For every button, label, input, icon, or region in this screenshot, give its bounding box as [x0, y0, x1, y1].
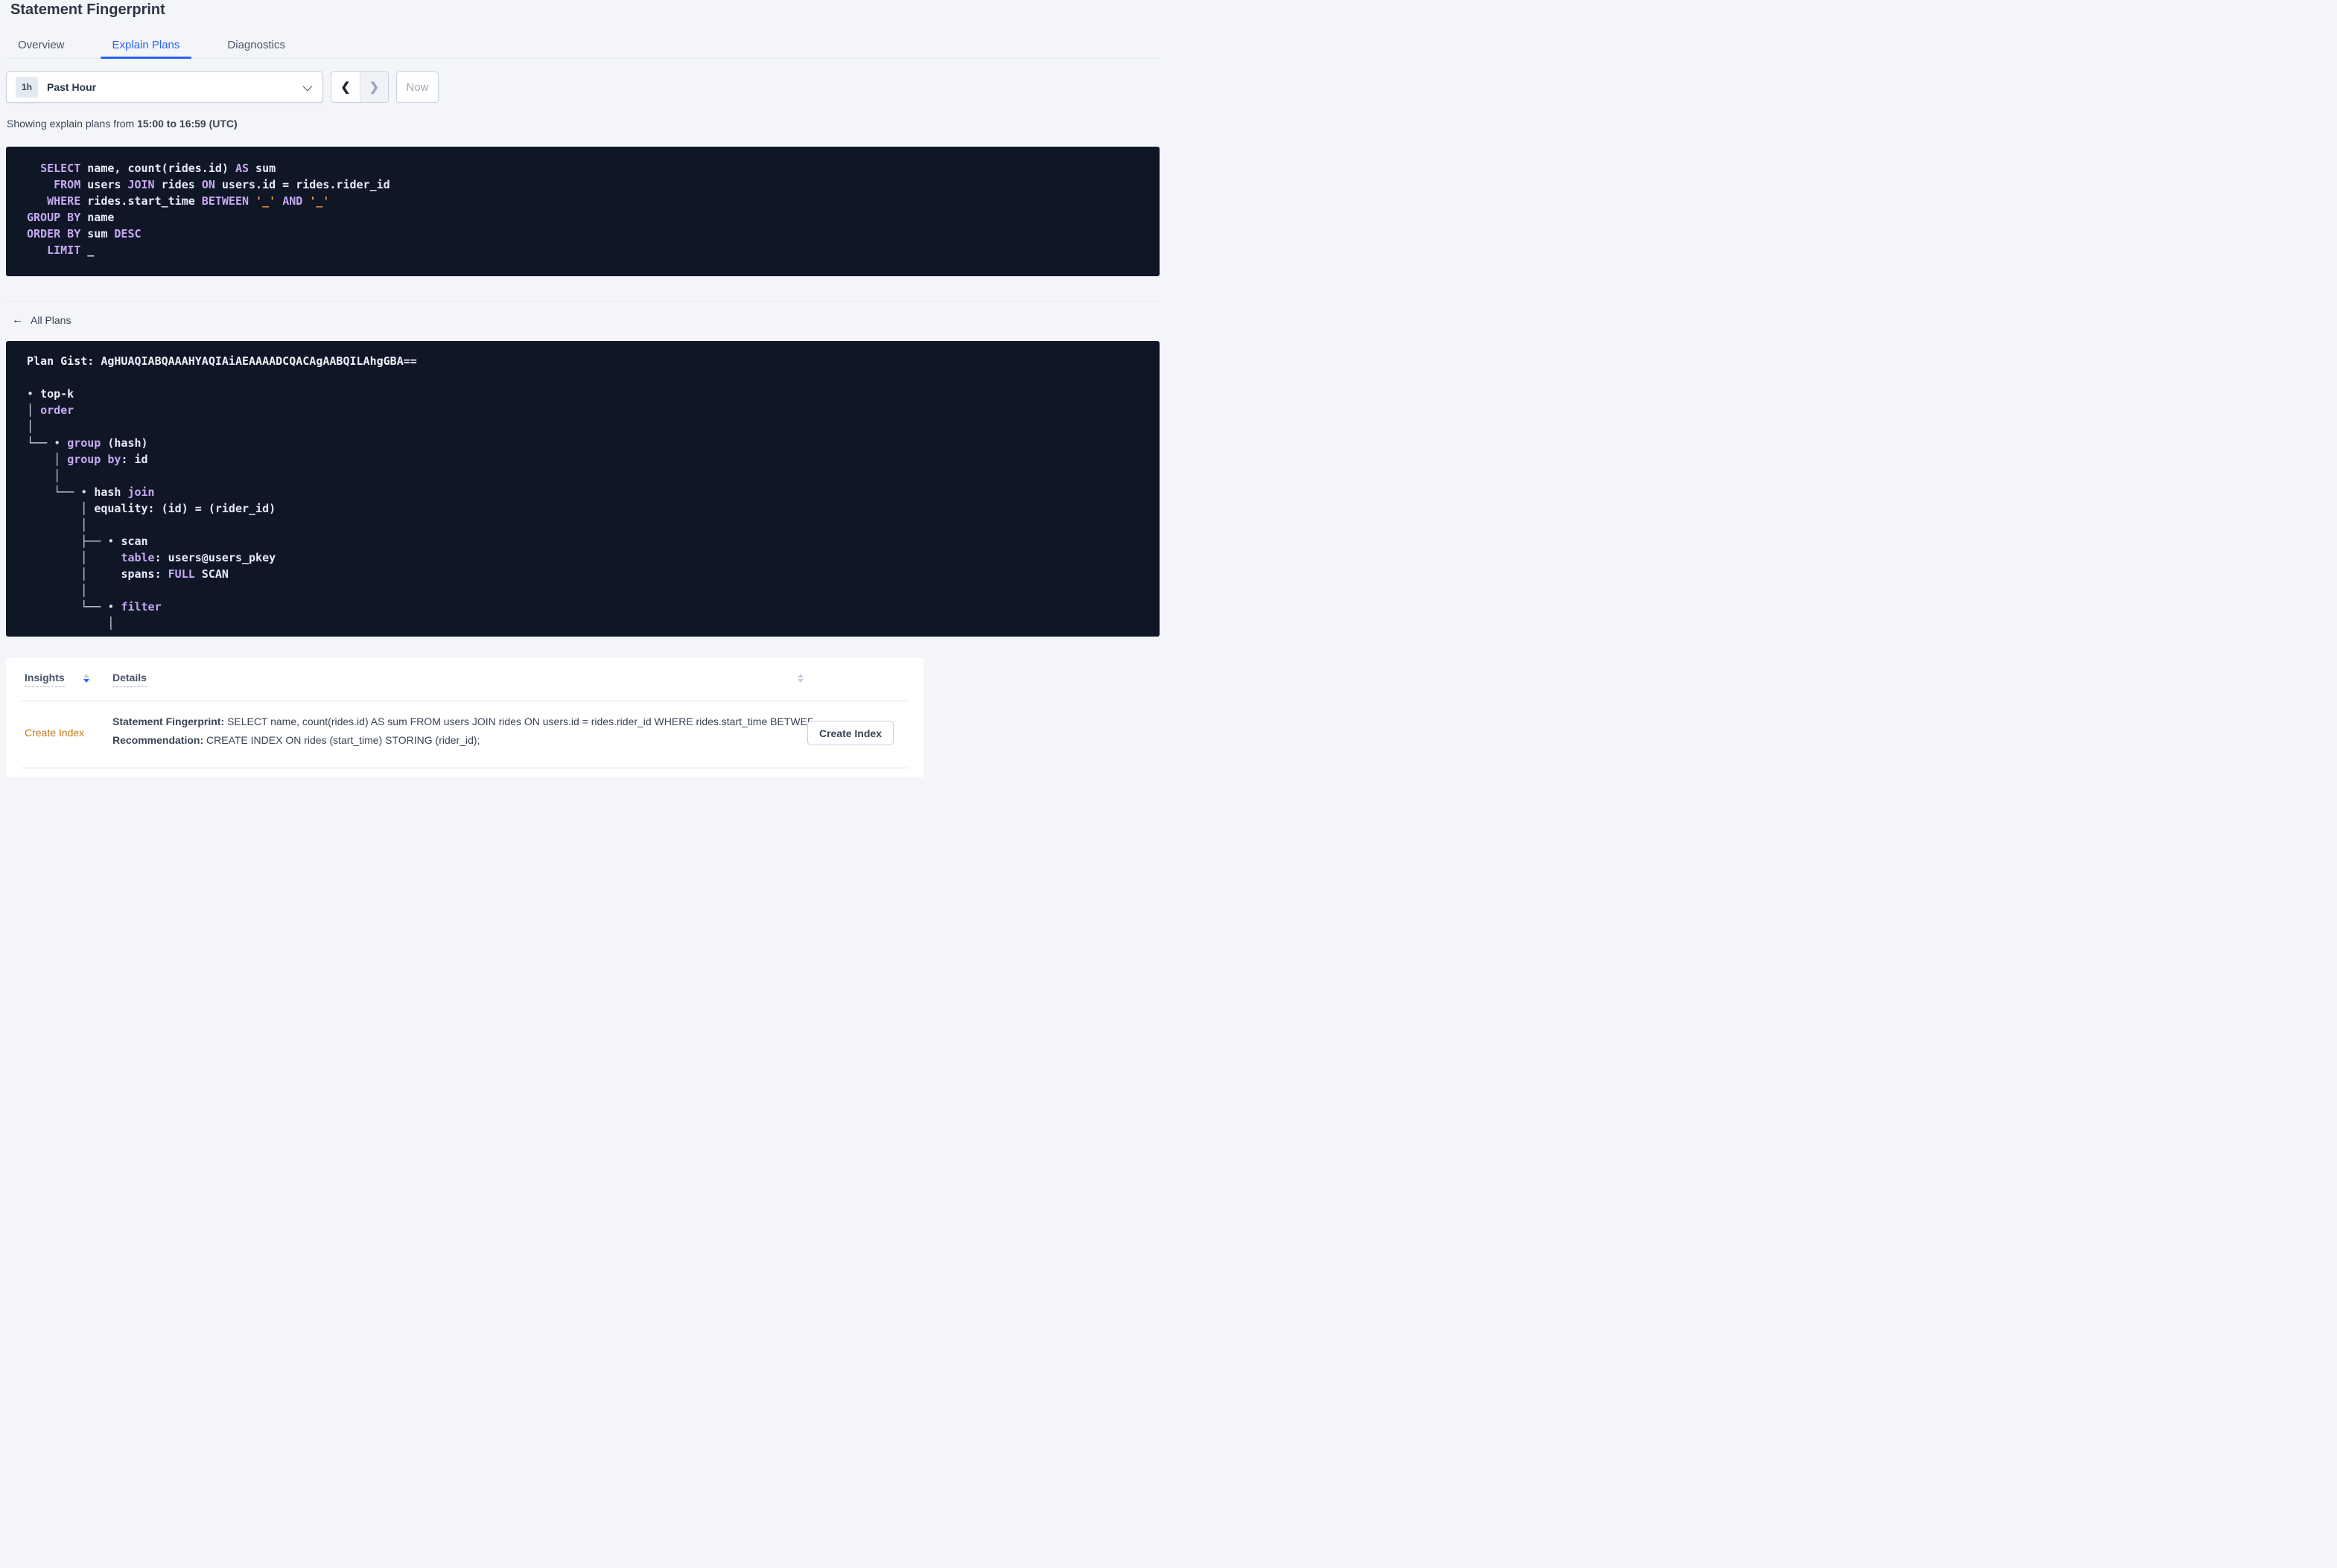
tab-explain-plans[interactable]: Explain Plans: [100, 31, 192, 59]
showing-range-value: 15:00 to 16:59 (UTC): [137, 118, 238, 130]
caret-down-icon: [83, 679, 89, 683]
plan-gist-block: Plan Gist: AgHUAQIABQAAAHYAQIAiAEAAAADCQ…: [6, 341, 1160, 637]
showing-range-text: Showing explain plans from 15:00 to 16:5…: [7, 118, 238, 130]
tab-bar: Overview Explain Plans Diagnostics: [6, 31, 1160, 59]
statement-fingerprint-text: SELECT name, count(rides.id) AS sum FROM…: [224, 716, 813, 727]
statement-fingerprint-line: Statement Fingerprint: SELECT name, coun…: [112, 713, 813, 731]
prev-interval-button[interactable]: ❮: [331, 72, 360, 102]
showing-prefix: Showing explain plans from: [7, 118, 138, 130]
recommendation-label: Recommendation:: [112, 734, 204, 746]
arrow-left-icon: ←: [12, 313, 23, 326]
time-range-label: Past Hour: [47, 81, 97, 93]
time-controls: 1h Past Hour ❮ ❯ Now: [6, 71, 439, 103]
create-index-button[interactable]: Create Index: [807, 721, 894, 745]
chevron-right-icon: ❯: [369, 81, 380, 94]
column-header-insights[interactable]: Insights: [25, 672, 65, 687]
chevron-down-icon: [302, 81, 313, 91]
insight-row: Create Index Statement Fingerprint: SELE…: [21, 701, 909, 768]
time-range-dropdown[interactable]: 1h Past Hour: [6, 71, 323, 103]
insights-table-header: Insights Details: [21, 658, 909, 701]
time-range-badge: 1h: [16, 77, 38, 98]
now-button[interactable]: Now: [396, 71, 439, 103]
sort-icon-details[interactable]: [798, 674, 804, 683]
active-tab-indicator: [100, 57, 192, 59]
tab-diagnostics-label: Diagnostics: [227, 38, 285, 51]
section-divider: [7, 301, 1160, 302]
sort-icon-insights[interactable]: [83, 674, 89, 683]
caret-up-icon: [83, 674, 89, 678]
all-plans-label: All Plans: [31, 313, 71, 326]
insight-details: Statement Fingerprint: SELECT name, coun…: [112, 713, 813, 750]
caret-up-icon: [798, 674, 804, 678]
insight-type-label: Create Index: [25, 727, 85, 739]
tab-overview[interactable]: Overview: [6, 31, 77, 58]
recommendation-text: CREATE INDEX ON rides (start_time) STORI…: [203, 734, 480, 746]
caret-down-icon: [798, 679, 804, 683]
all-plans-link[interactable]: ← All Plans: [12, 313, 71, 326]
statement-fingerprint-label: Statement Fingerprint:: [112, 716, 225, 727]
next-interval-button[interactable]: ❯: [360, 72, 388, 102]
chevron-left-icon: ❮: [340, 81, 351, 94]
sql-statement-block: SELECT name, count(rides.id) AS sum FROM…: [6, 147, 1160, 276]
column-header-details[interactable]: Details: [112, 672, 147, 687]
tab-explain-plans-label: Explain Plans: [112, 38, 180, 51]
insights-table-card: Insights Details Create Index Statement …: [6, 658, 923, 777]
recommendation-line: Recommendation: CREATE INDEX ON rides (s…: [112, 731, 813, 750]
tab-overview-label: Overview: [18, 38, 65, 51]
page-title: Statement Fingerprint: [10, 1, 165, 18]
tab-diagnostics[interactable]: Diagnostics: [215, 31, 297, 58]
time-interval-nav: ❮ ❯: [331, 71, 389, 103]
